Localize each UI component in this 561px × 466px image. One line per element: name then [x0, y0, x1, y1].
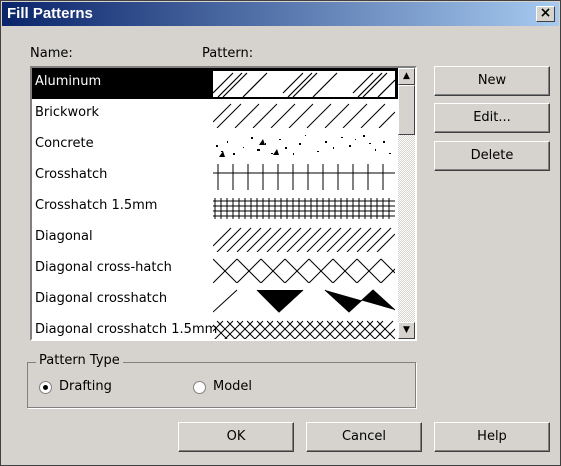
- window-title: Fill Patterns: [7, 5, 93, 22]
- list-item[interactable]: Crosshatch: [32, 161, 398, 192]
- aluminum-pattern-icon: [213, 71, 395, 97]
- scroll-down-button[interactable]: ▼: [398, 322, 415, 339]
- pattern-name: Aluminum: [35, 74, 102, 89]
- help-button[interactable]: Help: [434, 422, 550, 452]
- close-button[interactable]: ×: [536, 6, 555, 22]
- pattern-name: Diagonal crosshatch 1.5mm: [35, 322, 218, 337]
- pattern-name: Brickwork: [35, 105, 100, 120]
- pattern-name: Diagonal crosshatch: [35, 291, 168, 306]
- diagonal-cross-hatch-pattern-icon: [213, 258, 395, 283]
- list-item[interactable]: Aluminum: [32, 68, 398, 99]
- ok-button[interactable]: OK: [178, 422, 294, 452]
- crosshatch-pattern-icon: [213, 164, 395, 190]
- diagonal-pattern-icon: [213, 227, 395, 252]
- list-item[interactable]: Diagonal: [32, 223, 398, 254]
- pattern-name: Diagonal: [35, 229, 93, 244]
- scroll-thumb[interactable]: [398, 85, 415, 135]
- pattern-type-group: Pattern Type Drafting Model: [27, 353, 416, 408]
- delete-button[interactable]: Delete: [434, 141, 550, 171]
- list-item[interactable]: Brickwork: [32, 99, 398, 130]
- close-icon: ×: [539, 5, 552, 21]
- pattern-name: Diagonal cross-hatch: [35, 260, 172, 275]
- edit-button[interactable]: Edit...: [434, 103, 550, 133]
- brickwork-pattern-icon: [213, 103, 395, 128]
- pattern-name: Crosshatch 1.5mm: [35, 198, 158, 213]
- arrow-down-icon: ▼: [403, 325, 410, 335]
- list-item[interactable]: Concrete: [32, 130, 398, 161]
- fill-patterns-dialog: Fill Patterns × Name: Pattern: Aluminum …: [0, 0, 561, 466]
- drafting-label[interactable]: Drafting: [59, 379, 112, 394]
- arrow-up-icon: ▲: [403, 71, 410, 81]
- pattern-column-header: Pattern:: [202, 46, 254, 61]
- title-bar[interactable]: Fill Patterns ×: [2, 2, 559, 26]
- concrete-pattern-icon: [216, 135, 391, 157]
- new-button[interactable]: New: [434, 66, 550, 96]
- pattern-name: Crosshatch: [35, 167, 108, 182]
- list-item[interactable]: Diagonal cross-hatch: [32, 254, 398, 285]
- pattern-name: Concrete: [35, 136, 94, 151]
- list-item[interactable]: Crosshatch 1.5mm: [32, 192, 398, 223]
- scroll-up-button[interactable]: ▲: [398, 68, 415, 85]
- model-radio[interactable]: [193, 381, 206, 394]
- drafting-radio[interactable]: [39, 381, 52, 394]
- crosshatch-fine-pattern-icon: [213, 198, 395, 219]
- pattern-type-label: Pattern Type: [36, 353, 123, 368]
- diagonal-crosshatch-pattern-icon: [213, 289, 395, 313]
- cancel-button[interactable]: Cancel: [306, 422, 422, 452]
- vertical-scrollbar[interactable]: ▲ ▼: [398, 68, 415, 339]
- list-item[interactable]: Diagonal crosshatch: [32, 285, 398, 316]
- pattern-list[interactable]: Aluminum Brickwork Concrete Crosshatch C…: [30, 66, 417, 341]
- name-column-header: Name:: [30, 46, 73, 61]
- diagonal-crosshatch-fine-pattern-icon: [213, 320, 395, 339]
- list-item[interactable]: Diagonal crosshatch 1.5mm: [32, 316, 398, 339]
- model-label[interactable]: Model: [213, 379, 252, 394]
